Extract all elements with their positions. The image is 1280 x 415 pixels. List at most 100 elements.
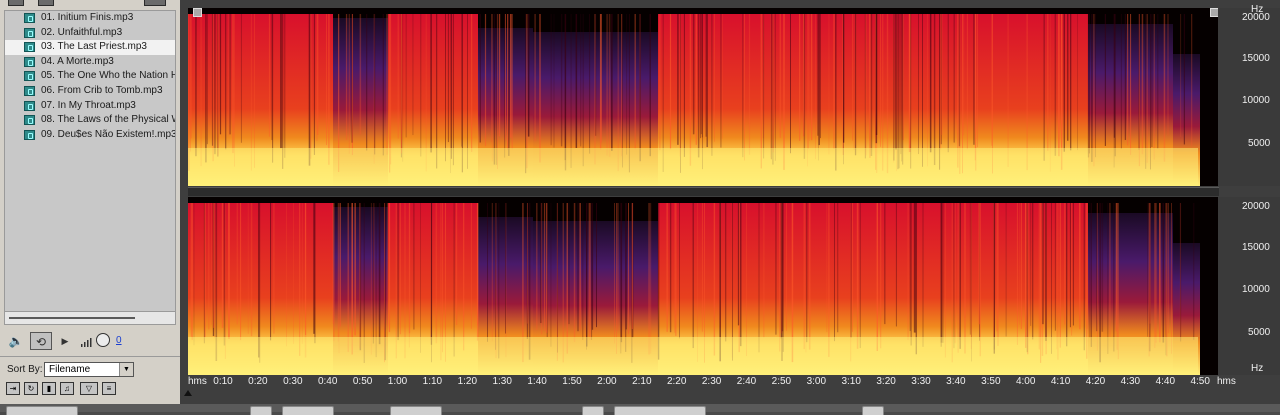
scrollbar-thumb[interactable] xyxy=(9,317,135,319)
zoom-corner-button[interactable] xyxy=(193,8,202,17)
file-list-item[interactable]: 07. In My Throat.mp3 xyxy=(5,99,175,114)
time-tick: 2:10 xyxy=(632,376,652,387)
file-list-item[interactable]: 01. Initium Finis.mp3 xyxy=(5,11,175,26)
time-tick: 4:40 xyxy=(1155,376,1176,387)
volume-level-icon xyxy=(81,338,92,347)
panel-tab[interactable] xyxy=(582,406,604,415)
file-name: 04. A Morte.mp3 xyxy=(41,55,114,67)
file-list-item[interactable]: 02. Unfaithful.mp3 xyxy=(5,26,175,41)
toolbar-icon[interactable] xyxy=(144,0,166,6)
panel-tab[interactable] xyxy=(6,406,78,415)
panel-tab[interactable] xyxy=(862,406,884,415)
time-tick: 3:00 xyxy=(806,376,827,387)
panel-tab[interactable] xyxy=(390,406,442,415)
frequency-tick: 5000 xyxy=(1248,327,1271,338)
filter-icon[interactable]: ▽ xyxy=(80,382,98,395)
divider xyxy=(0,356,180,357)
frequency-ruler-bottom: 20000 15000 10000 5000 Hz xyxy=(1218,197,1280,375)
sort-label: Sort By: xyxy=(7,364,43,375)
close-file-icon[interactable]: ▮ xyxy=(42,382,56,395)
refresh-icon[interactable]: ↻ xyxy=(24,382,38,395)
time-tick: 2:40 xyxy=(736,376,757,387)
channel-left-spectrogram[interactable] xyxy=(188,8,1218,186)
time-tick: 0:20 xyxy=(248,376,268,387)
file-list-item[interactable]: 09. Deu$es Não Existem!.mp3 xyxy=(5,128,175,143)
file-name: 08. The Laws of the Physical Wo xyxy=(41,114,175,126)
panel-tab[interactable] xyxy=(614,406,706,415)
file-list-item[interactable]: 04. A Morte.mp3 xyxy=(5,55,175,70)
channel-divider xyxy=(188,187,1219,196)
file-list-item[interactable]: 08. The Laws of the Physical Wo xyxy=(5,113,175,128)
bottom-panel-tabs xyxy=(0,404,1280,415)
files-toolbar xyxy=(0,0,180,8)
file-name: 09. Deu$es Não Existem!.mp3 xyxy=(41,128,175,140)
time-tick: 3:30 xyxy=(911,376,931,387)
play-icon[interactable]: ▶ xyxy=(58,332,72,350)
spectrogram-canvas xyxy=(188,197,1218,375)
file-list-item[interactable]: 03. The Last Priest.mp3 xyxy=(5,40,175,55)
file-audio-icon xyxy=(24,115,35,126)
time-tick: 4:00 xyxy=(1015,376,1036,387)
time-tick: 4:10 xyxy=(1050,376,1071,387)
time-unit: hms xyxy=(1217,376,1236,387)
toolbar-icon[interactable] xyxy=(8,0,24,6)
file-name: 01. Initium Finis.mp3 xyxy=(41,12,134,23)
options-icon[interactable]: ≡ xyxy=(102,382,116,395)
file-audio-icon xyxy=(24,129,35,140)
file-audio-icon xyxy=(24,71,35,82)
file-audio-icon xyxy=(24,100,35,111)
time-tick: 0:50 xyxy=(352,376,373,387)
volume-value[interactable]: 0 xyxy=(116,335,122,346)
file-list-item[interactable]: 05. The One Who the Nation Ha xyxy=(5,69,175,84)
chevron-down-icon[interactable]: ▼ xyxy=(119,363,133,376)
time-tick: 1:30 xyxy=(492,376,512,387)
frequency-unit: Hz xyxy=(1251,363,1264,374)
time-tick: 2:00 xyxy=(597,376,617,387)
time-ruler[interactable]: hms hms 0:10 0:20 0:30 0:40 0:50 1:00 1:10 1:20… xyxy=(188,376,1248,390)
frequency-tick: 10000 xyxy=(1242,284,1270,295)
file-list[interactable]: 01. Initium Finis.mp3 02. Unfaithful.mp3 0… xyxy=(4,10,176,312)
time-tick: 1:50 xyxy=(562,376,582,387)
sort-by-select[interactable]: Filename ▼ xyxy=(44,362,134,377)
sort-value: Filename xyxy=(49,364,91,375)
file-actions: ⇥ ↻ ▮ ♫ ▽ ≡ xyxy=(6,382,176,397)
volume-icon[interactable]: 🔈 xyxy=(6,332,26,350)
file-name: 03. The Last Priest.mp3 xyxy=(41,41,147,53)
time-tick: 3:40 xyxy=(946,376,966,387)
time-tick: 4:20 xyxy=(1085,376,1106,387)
file-list-item[interactable]: 06. From Crib to Tomb.mp3 xyxy=(5,84,175,99)
time-tick: 0:10 xyxy=(213,376,233,387)
time-tick: 1:00 xyxy=(387,376,408,387)
time-tick: 2:50 xyxy=(771,376,792,387)
frequency-ruler-top: Hz 20000 15000 10000 5000 xyxy=(1218,4,1280,186)
channel-right-spectrogram[interactable] xyxy=(188,197,1218,375)
frequency-tick: 20000 xyxy=(1242,201,1270,212)
insert-icon[interactable]: ⇥ xyxy=(6,382,20,395)
time-tick: 1:40 xyxy=(527,376,547,387)
file-audio-icon xyxy=(24,42,35,53)
time-tick: 3:10 xyxy=(841,376,861,387)
time-tick: 1:20 xyxy=(457,376,478,387)
time-tick: 4:50 xyxy=(1190,376,1210,387)
spectral-frequency-display[interactable]: Hz 20000 15000 10000 5000 20000 15000 10… xyxy=(180,0,1280,404)
toolbar-icon[interactable] xyxy=(38,0,54,6)
files-panel: 01. Initium Finis.mp3 02. Unfaithful.mp3 0… xyxy=(0,0,181,404)
file-audio-icon xyxy=(24,27,35,38)
file-name: 02. Unfaithful.mp3 xyxy=(41,26,123,38)
file-name: 05. The One Who the Nation Ha xyxy=(41,70,175,82)
time-tick: 1:10 xyxy=(422,376,443,387)
zoom-corner-button[interactable] xyxy=(1210,8,1218,17)
open-file-icon[interactable]: ♫ xyxy=(60,382,74,395)
panel-tab[interactable] xyxy=(250,406,272,415)
frequency-tick: 15000 xyxy=(1242,53,1270,64)
volume-knob-icon[interactable] xyxy=(96,333,110,347)
frequency-tick: 20000 xyxy=(1242,12,1270,23)
file-list-scrollbar[interactable] xyxy=(4,311,176,325)
file-name: 07. In My Throat.mp3 xyxy=(41,99,136,111)
panel-tab[interactable] xyxy=(282,406,334,415)
file-audio-icon xyxy=(24,56,35,67)
time-tick: 2:30 xyxy=(701,376,722,387)
loop-icon[interactable]: ⟲ xyxy=(30,332,52,350)
playhead-marker[interactable] xyxy=(184,390,192,396)
time-unit: hms xyxy=(188,376,207,387)
